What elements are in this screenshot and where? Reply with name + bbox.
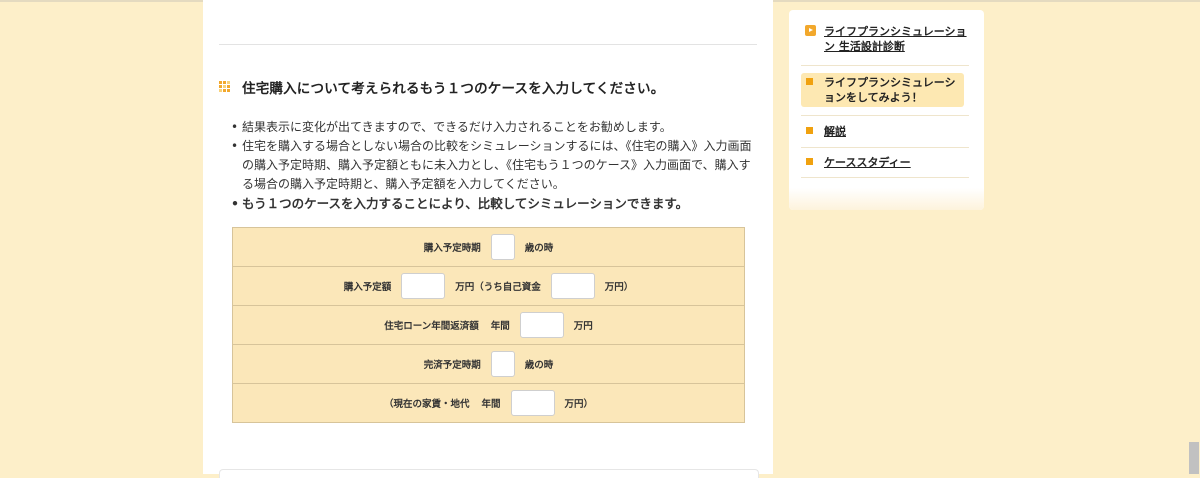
sidebar-divider [801,147,969,148]
sidebar-item-label[interactable]: ケーススタディー [824,155,976,170]
loan-annual-prefix: 年間 [490,321,510,332]
form-row-current-rent: （現在の家賃・地代 年間 万円） [233,383,744,422]
loan-repayment-input[interactable] [519,312,564,338]
section-heading: 住宅購入について考えられるもう１つのケースを入力してください。 [219,76,664,98]
sidebar-item-explanation[interactable]: 解説 [801,124,976,139]
purchase-time-label: 購入予定時期 [423,243,481,254]
section-title: 住宅購入について考えられるもう１つのケースを入力してください。 [242,81,665,97]
sidebar-item-life-plan[interactable]: ライフプランシミュレーション 生活設計診断 [801,24,976,54]
sidebar-item-case-study[interactable]: ケーススタディー [801,155,976,170]
form-row-purchase-time: 購入予定時期 歳の時 [233,228,744,266]
sidebar-divider [801,115,969,116]
own-funds-input[interactable] [550,273,595,299]
square-bullet-icon [806,158,813,165]
purchase-age-input[interactable] [490,234,515,260]
purchase-amount-label: 購入予定額 [343,282,392,293]
note-item: 結果表示に変化が出てきますので、できるだけ入力されることをお勧めします。 [231,118,761,137]
rent-annual-prefix: 年間 [481,399,501,410]
form-row-purchase-amount: 購入予定額 万円（うち自己資金 万円） [233,266,744,305]
input-form-table: 購入予定時期 歳の時 購入予定額 万円（うち自己資金 万円） 住宅ローン年間返済… [232,227,745,423]
square-bullet-icon [806,127,813,134]
current-rent-input[interactable] [510,390,555,416]
sidebar-nav: ライフプランシミュレーション 生活設計診断 ライフプランシミュレーションをしてみ… [789,10,984,210]
grid-icon [219,81,231,93]
completion-age-suffix: 歳の時 [524,360,554,371]
completion-time-label: 完済予定時期 [423,360,481,371]
square-bullet-icon [806,78,813,85]
current-rent-suffix: 万円） [564,399,594,410]
form-row-completion-time: 完済予定時期 歳の時 [233,344,744,383]
sidebar-item-try-simulation[interactable]: ライフプランシミュレーションをしてみよう！ [801,73,964,107]
divider [219,44,757,45]
completion-age-input[interactable] [490,351,515,377]
scrollbar-thumb[interactable] [1189,442,1199,474]
main-content: 住宅購入について考えられるもう１つのケースを入力してください。 結果表示に変化が… [203,0,773,478]
sidebar-divider [801,65,969,66]
note-item: 住宅を購入する場合としない場合の比較をシミュレーションするには、《住宅の購入》入… [231,137,761,194]
sidebar-item-label[interactable]: ライフプランシミュレーション 生活設計診断 [824,24,976,54]
play-icon [805,25,816,36]
purchase-age-suffix: 歳の時 [524,243,554,254]
own-funds-suffix: 万円） [604,282,634,293]
form-row-loan-repayment: 住宅ローン年間返済額 年間 万円 [233,305,744,344]
notes-list: 結果表示に変化が出てきますので、できるだけ入力されることをお勧めします。 住宅を… [231,118,761,213]
note-item-emphasis: もう１つのケースを入力することにより、比較してシミュレーションできます。 [231,194,761,213]
sidebar-fade [789,188,984,210]
sidebar-item-label[interactable]: ライフプランシミュレーションをしてみよう！ [824,75,964,105]
loan-repayment-label: 住宅ローン年間返済額 [384,321,479,332]
loan-repayment-suffix: 万円 [573,321,593,332]
purchase-amount-input[interactable] [401,273,446,299]
sidebar-divider [801,177,969,178]
current-rent-label: （現在の家賃・地代 [383,399,470,410]
sidebar-item-label[interactable]: 解説 [824,124,976,139]
own-funds-label: 万円（うち自己資金 [455,282,541,293]
